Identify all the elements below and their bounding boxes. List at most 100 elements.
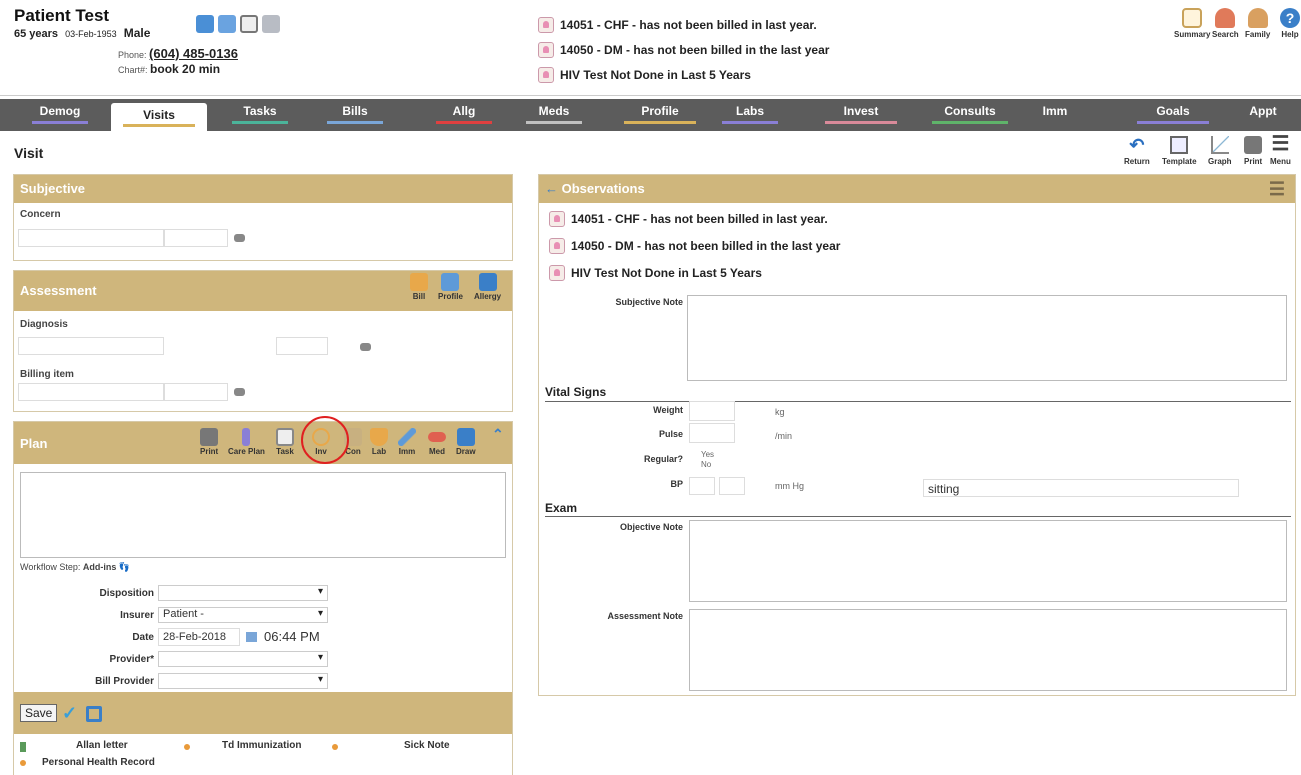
date-input[interactable]: 28-Feb-2018 <box>158 628 240 646</box>
tab-labs[interactable]: Labs <box>710 99 790 131</box>
diagnosis-input[interactable] <box>18 337 164 355</box>
family-button[interactable]: Family <box>1245 8 1270 39</box>
chart-label: Chart#: <box>118 65 148 75</box>
objective-note-textarea[interactable] <box>689 520 1287 602</box>
people-icon[interactable] <box>262 15 280 33</box>
save-button[interactable]: Save <box>20 704 58 722</box>
summary-button[interactable]: Summary <box>1174 8 1210 39</box>
patient-sex: Male <box>123 26 151 40</box>
hamburger-icon: ☰ <box>1271 133 1290 155</box>
collapse-icon[interactable]: ⌃ <box>492 426 504 443</box>
billing-item-input[interactable] <box>18 383 164 401</box>
regular-label: Regular? <box>643 454 683 464</box>
tab-demog[interactable]: Demog <box>20 99 100 131</box>
bp-position-input[interactable]: sitting <box>923 479 1239 497</box>
search-button[interactable]: Search <box>1212 8 1239 39</box>
calendar-icon[interactable] <box>246 632 257 642</box>
billing-code-input[interactable] <box>164 383 228 401</box>
regular-yes-option[interactable]: Yes <box>701 450 714 459</box>
workflow-value[interactable]: Add-ins <box>83 562 117 572</box>
concern-input[interactable] <box>18 229 164 247</box>
assessment-title[interactable]: Assessment <box>20 283 97 298</box>
reminder-icon <box>549 265 565 281</box>
draw-button[interactable]: Draw <box>456 428 476 456</box>
plan-button-label: Imm <box>398 447 416 456</box>
task-button[interactable]: Task <box>276 428 294 456</box>
observations-title[interactable]: Observations <box>562 181 645 196</box>
observation-alert[interactable]: HIV Test Not Done in Last 5 Years <box>549 262 762 284</box>
insurer-select[interactable]: Patient - <box>158 607 328 623</box>
observation-alert[interactable]: 14050 - DM - has not been billed in the … <box>549 235 840 257</box>
bp-diastolic-input[interactable] <box>719 477 745 495</box>
tab-profile[interactable]: Profile <box>612 99 708 131</box>
tab-allg[interactable]: Allg <box>424 99 504 131</box>
bp-systolic-input[interactable] <box>689 477 715 495</box>
tab-label: Allg <box>452 104 476 118</box>
back-arrow-icon[interactable]: ← <box>545 181 558 196</box>
regular-no-option[interactable]: No <box>701 460 711 469</box>
plan-textarea[interactable] <box>20 472 506 558</box>
care-plan-button[interactable]: Care Plan <box>228 428 265 456</box>
tab-tasks[interactable]: Tasks <box>220 99 300 131</box>
imm-button[interactable]: Imm <box>398 428 416 456</box>
help-icon: ? <box>1280 8 1300 28</box>
plan-button-label: Task <box>276 447 294 456</box>
concern-code-input[interactable] <box>164 229 228 247</box>
alert-item[interactable]: 14051 - CHF - has not been billed in las… <box>538 12 829 37</box>
provider-select[interactable] <box>158 651 328 667</box>
quick-link-sick-note[interactable]: Sick Note <box>404 740 450 751</box>
quick-link-td-immunization[interactable]: Td Immunization <box>222 740 301 751</box>
menu-button[interactable]: ☰ Menu <box>1270 133 1291 166</box>
bill-button[interactable]: Bill <box>410 273 428 301</box>
hamburger-icon[interactable]: ☰ <box>1269 179 1285 200</box>
tab-imm[interactable]: Imm <box>1015 99 1095 131</box>
help-button[interactable]: ? Help <box>1280 8 1300 39</box>
patient-age: 65 years <box>14 28 59 40</box>
box-icon[interactable] <box>218 15 236 33</box>
disposition-select[interactable] <box>158 585 328 601</box>
return-button[interactable]: ↶ Return <box>1124 136 1150 166</box>
phone-number[interactable]: (604) 485-0136 <box>149 46 238 61</box>
binoculars-icon[interactable] <box>360 343 371 351</box>
subjective-header[interactable]: Subjective <box>14 175 512 203</box>
diagnosis-code-input[interactable] <box>276 337 328 355</box>
alert-item[interactable]: 14050 - DM - has not been billed in the … <box>538 37 829 62</box>
template-button[interactable]: Template <box>1162 136 1197 166</box>
allergy-button[interactable]: Allergy <box>474 273 501 301</box>
quick-link-allan-letter[interactable]: Allan letter <box>76 740 128 751</box>
reminder-icon <box>538 41 554 58</box>
tab-appt[interactable]: Appt <box>1228 99 1298 131</box>
billing-item-label: Billing item <box>20 369 74 380</box>
tab-meds[interactable]: Meds <box>514 99 594 131</box>
tab-consults[interactable]: Consults <box>920 99 1020 131</box>
alert-item[interactable]: HIV Test Not Done in Last 5 Years <box>538 62 829 87</box>
reminder-icon <box>538 66 554 83</box>
tab-goals[interactable]: Goals <box>1125 99 1221 131</box>
tab-invest[interactable]: Invest <box>813 99 909 131</box>
tab-bills[interactable]: Bills <box>315 99 395 131</box>
weight-input[interactable] <box>689 401 735 421</box>
task-icon <box>276 428 294 446</box>
pulse-input[interactable] <box>689 423 735 443</box>
binoculars-icon[interactable] <box>234 234 245 242</box>
plan-print-button[interactable]: Print <box>200 428 218 456</box>
tab-visits[interactable]: Visits <box>111 103 207 131</box>
floppy-icon[interactable] <box>86 706 102 722</box>
med-button[interactable]: Med <box>428 428 446 456</box>
time-value[interactable]: 06:44 PM <box>264 629 320 644</box>
checkmark-icon[interactable]: ✓ <box>62 703 77 724</box>
assessment-note-textarea[interactable] <box>689 609 1287 691</box>
lab-button[interactable]: Lab <box>370 428 388 456</box>
bill-provider-select[interactable] <box>158 673 328 689</box>
profile-button[interactable]: Profile <box>438 273 463 301</box>
camera-icon[interactable] <box>196 15 214 33</box>
patient-name[interactable]: Patient Test <box>14 6 109 26</box>
quick-link-personal-health-record[interactable]: Personal Health Record <box>42 757 155 768</box>
binoculars-icon[interactable] <box>234 388 245 396</box>
notes-icon[interactable] <box>240 15 258 33</box>
print-button[interactable]: Print <box>1244 136 1262 166</box>
subjective-note-textarea[interactable] <box>687 295 1287 381</box>
graph-button[interactable]: Graph <box>1208 136 1232 166</box>
observation-alert[interactable]: 14051 - CHF - has not been billed in las… <box>549 208 828 230</box>
plan-title[interactable]: Plan <box>20 436 47 451</box>
